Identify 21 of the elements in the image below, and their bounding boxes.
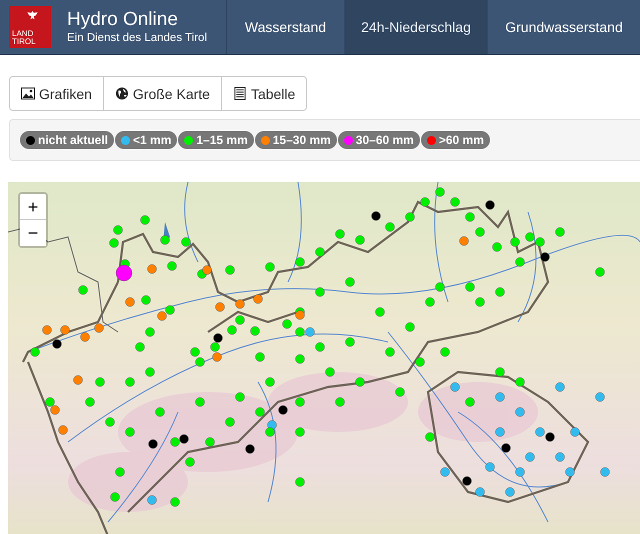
zoom-out-button[interactable]: − [20,220,46,246]
site-subtitle: Ein Dienst des Landes Tirol [67,31,207,45]
nav-tab[interactable]: Grundwasserstand [488,0,640,54]
logo-text: LAND [12,30,34,38]
legend-label: nicht aktuell [38,133,108,147]
logo-text: TIROL [12,38,37,46]
eagle-icon [26,10,39,21]
globe-icon [114,87,129,100]
nav-tab[interactable]: 24h-Niederschlag [345,0,488,54]
site-title: Hydro Online [67,9,179,31]
legend-label: >60 mm [438,133,484,147]
legend-label: 15–30 mm [272,133,331,147]
legend-label: 1–15 mm [196,133,248,147]
image-icon [21,87,35,100]
map[interactable]: + − [8,182,640,534]
zoom-in-button[interactable]: + [20,194,46,220]
legend-label: <1 mm [133,133,172,147]
view-button[interactable]: Tabelle [220,77,306,110]
legend-label: 30–60 mm [356,133,414,147]
logo[interactable]: LAND TIROL [9,6,51,48]
list-icon [232,87,247,100]
